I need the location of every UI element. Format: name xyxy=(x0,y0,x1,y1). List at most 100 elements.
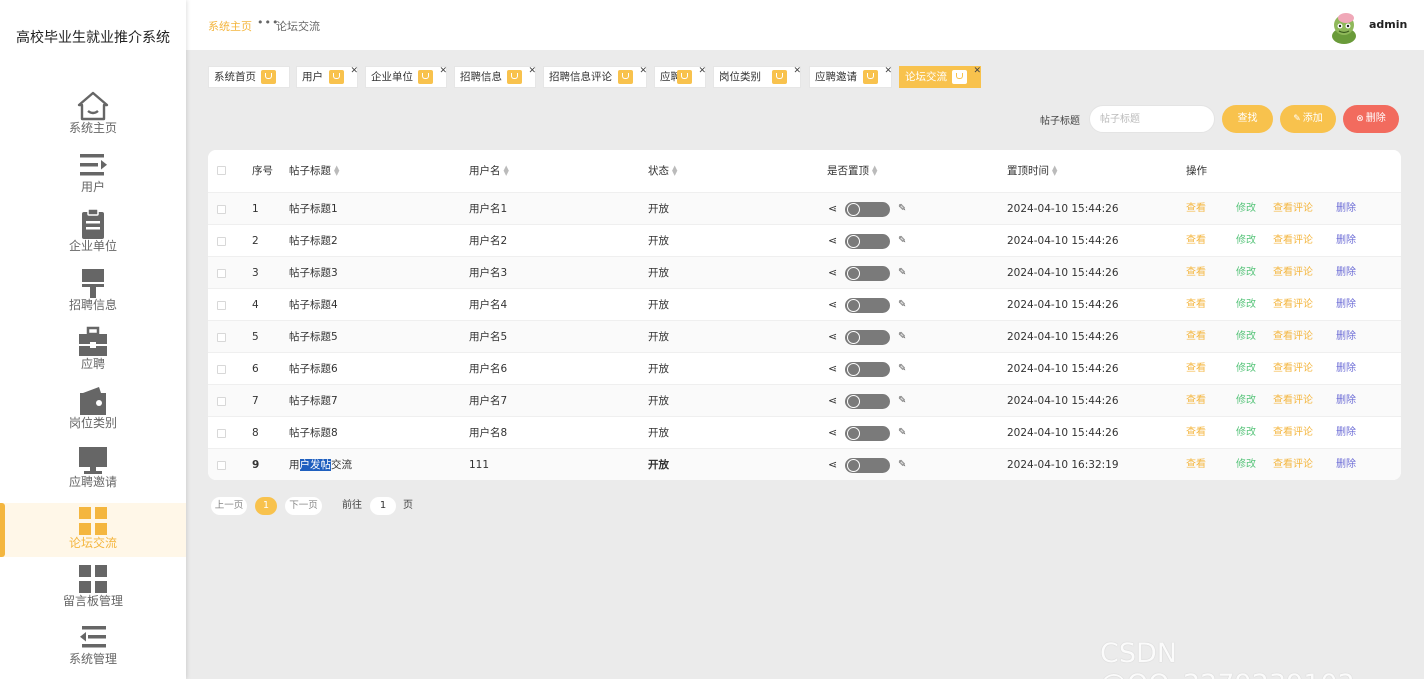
action-edit-link[interactable]: 修改 xyxy=(1236,385,1256,416)
pencil-icon[interactable]: ✎ xyxy=(898,417,906,449)
tab-item[interactable]: 用户 ✕ xyxy=(296,66,358,88)
page-number-button[interactable]: 1 xyxy=(255,497,277,515)
row-checkbox[interactable] xyxy=(217,397,226,406)
close-icon[interactable]: ✕ xyxy=(973,61,981,81)
tab-item[interactable]: 应聘 ✕ xyxy=(654,66,706,88)
next-page-button[interactable]: 下一页 xyxy=(285,497,322,515)
goto-page-input[interactable]: 1 xyxy=(370,497,396,515)
action-edit-link[interactable]: 修改 xyxy=(1236,353,1256,384)
share-icon[interactable]: ⋖ xyxy=(828,225,837,257)
action-delete-link[interactable]: 删除 xyxy=(1336,353,1356,384)
share-icon[interactable]: ⋖ xyxy=(828,417,837,449)
action-view-link[interactable]: 查看 xyxy=(1186,257,1206,288)
sidebar-item-2[interactable]: 用户 xyxy=(0,147,186,205)
pencil-icon[interactable]: ✎ xyxy=(898,193,906,225)
action-view-link[interactable]: 查看 xyxy=(1186,385,1206,416)
sidebar-item-4[interactable]: 招聘信息 xyxy=(0,265,186,323)
sort-icon[interactable]: ▲ ▼ xyxy=(334,165,339,177)
sidebar-item-5[interactable]: 应聘 xyxy=(0,324,186,382)
tab-item[interactable]: 招聘信息 ✕ xyxy=(454,66,536,88)
close-icon[interactable]: ✕ xyxy=(350,61,358,81)
action-comments-link[interactable]: 查看评论 xyxy=(1273,225,1313,256)
tab-item[interactable]: 应聘邀请 ✕ xyxy=(809,66,892,88)
row-checkbox[interactable] xyxy=(217,461,226,470)
action-edit-link[interactable]: 修改 xyxy=(1236,321,1256,352)
action-view-link[interactable]: 查看 xyxy=(1186,353,1206,384)
row-checkbox[interactable] xyxy=(217,429,226,438)
action-delete-link[interactable]: 删除 xyxy=(1336,417,1356,448)
pencil-icon[interactable]: ✎ xyxy=(898,353,906,385)
row-checkbox[interactable] xyxy=(217,269,226,278)
tab-item[interactable]: 系统首页 xyxy=(208,66,290,88)
share-icon[interactable]: ⋖ xyxy=(828,289,837,321)
sidebar-item-8[interactable]: 论坛交流 xyxy=(0,503,186,557)
action-comments-link[interactable]: 查看评论 xyxy=(1273,321,1313,352)
pencil-icon[interactable]: ✎ xyxy=(898,225,906,257)
pencil-icon[interactable]: ✎ xyxy=(898,289,906,321)
tab-item[interactable]: 论坛交流 ✕ xyxy=(899,66,981,88)
action-view-link[interactable]: 查看 xyxy=(1186,193,1206,224)
row-checkbox[interactable] xyxy=(217,365,226,374)
share-icon[interactable]: ⋖ xyxy=(828,449,837,480)
sort-icon[interactable]: ▲ ▼ xyxy=(504,165,509,177)
close-icon[interactable]: ✕ xyxy=(793,61,801,81)
action-comments-link[interactable]: 查看评论 xyxy=(1273,385,1313,416)
pencil-icon[interactable]: ✎ xyxy=(898,449,906,480)
sort-icon[interactable]: ▲ ▼ xyxy=(672,165,677,177)
delete-button[interactable]: ⊗ 删除 xyxy=(1343,105,1399,133)
action-delete-link[interactable]: 删除 xyxy=(1336,257,1356,288)
pin-toggle[interactable] xyxy=(845,458,890,473)
action-view-link[interactable]: 查看 xyxy=(1186,417,1206,448)
share-icon[interactable]: ⋖ xyxy=(828,257,837,289)
action-edit-link[interactable]: 修改 xyxy=(1236,225,1256,256)
pencil-icon[interactable]: ✎ xyxy=(898,257,906,289)
pin-toggle[interactable] xyxy=(845,266,890,281)
share-icon[interactable]: ⋖ xyxy=(828,321,837,353)
action-delete-link[interactable]: 删除 xyxy=(1336,289,1356,320)
action-view-link[interactable]: 查看 xyxy=(1186,289,1206,320)
action-comments-link[interactable]: 查看评论 xyxy=(1273,193,1313,224)
pin-toggle[interactable] xyxy=(845,202,890,217)
pin-toggle[interactable] xyxy=(845,234,890,249)
action-comments-link[interactable]: 查看评论 xyxy=(1273,449,1313,480)
username[interactable]: admin xyxy=(1369,18,1407,31)
action-comments-link[interactable]: 查看评论 xyxy=(1273,417,1313,448)
pencil-icon[interactable]: ✎ xyxy=(898,321,906,353)
action-view-link[interactable]: 查看 xyxy=(1186,225,1206,256)
pin-toggle[interactable] xyxy=(845,298,890,313)
share-icon[interactable]: ⋖ xyxy=(828,353,837,385)
search-button[interactable]: 查找 xyxy=(1222,105,1273,133)
close-icon[interactable]: ✕ xyxy=(884,61,892,81)
row-checkbox[interactable] xyxy=(217,301,226,310)
sort-icon[interactable]: ▲ ▼ xyxy=(872,165,877,177)
row-checkbox[interactable] xyxy=(217,205,226,214)
sidebar-item-3[interactable]: 企业单位 xyxy=(0,206,186,264)
share-icon[interactable]: ⋖ xyxy=(828,193,837,225)
action-comments-link[interactable]: 查看评论 xyxy=(1273,257,1313,288)
breadcrumb-home[interactable]: 系统主页 xyxy=(208,18,252,34)
action-delete-link[interactable]: 删除 xyxy=(1336,321,1356,352)
action-comments-link[interactable]: 查看评论 xyxy=(1273,353,1313,384)
close-icon[interactable]: ✕ xyxy=(528,61,536,81)
tab-item[interactable]: 岗位类别 ✕ xyxy=(713,66,801,88)
action-edit-link[interactable]: 修改 xyxy=(1236,193,1256,224)
sidebar-item-9[interactable]: 留言板管理 xyxy=(0,561,186,619)
action-edit-link[interactable]: 修改 xyxy=(1236,289,1256,320)
search-input[interactable] xyxy=(1089,105,1215,133)
pin-toggle[interactable] xyxy=(845,330,890,345)
close-icon[interactable]: ✕ xyxy=(639,61,647,81)
pin-toggle[interactable] xyxy=(845,394,890,409)
tab-item[interactable]: 招聘信息评论 ✕ xyxy=(543,66,647,88)
action-delete-link[interactable]: 删除 xyxy=(1336,449,1356,480)
action-edit-link[interactable]: 修改 xyxy=(1236,417,1256,448)
avatar[interactable] xyxy=(1328,10,1360,44)
action-delete-link[interactable]: 删除 xyxy=(1336,193,1356,224)
share-icon[interactable]: ⋖ xyxy=(828,385,837,417)
action-delete-link[interactable]: 删除 xyxy=(1336,385,1356,416)
action-delete-link[interactable]: 删除 xyxy=(1336,225,1356,256)
row-checkbox[interactable] xyxy=(217,237,226,246)
action-comments-link[interactable]: 查看评论 xyxy=(1273,289,1313,320)
pin-toggle[interactable] xyxy=(845,426,890,441)
close-icon[interactable]: ✕ xyxy=(439,61,447,81)
action-edit-link[interactable]: 修改 xyxy=(1236,449,1256,480)
